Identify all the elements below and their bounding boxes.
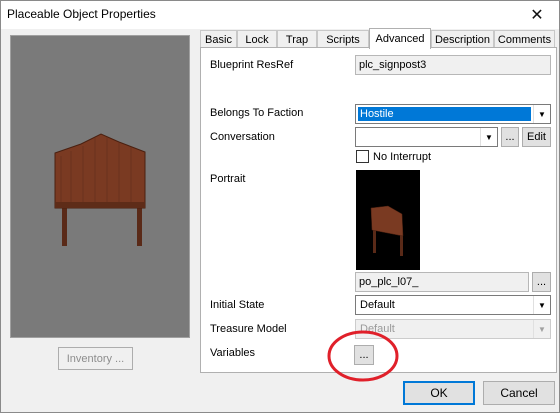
faction-label: Belongs To Faction: [210, 107, 304, 119]
portrait-image: [356, 170, 420, 270]
no-interrupt-label: No Interrupt: [373, 151, 432, 163]
annotation-circle: [327, 330, 399, 382]
ok-button[interactable]: OK: [403, 381, 475, 405]
conversation-label: Conversation: [210, 131, 275, 143]
initial-state-value: Default: [360, 299, 395, 311]
chevron-down-icon[interactable]: ▼: [533, 105, 550, 123]
conversation-select[interactable]: ▼: [355, 127, 498, 147]
portrait-field[interactable]: po_plc_l07_: [355, 272, 529, 292]
tab-description[interactable]: Description: [431, 30, 494, 48]
advanced-panel: Blueprint ResRef plc_signpost3 Belongs T…: [200, 47, 557, 373]
faction-selected-value: Hostile: [357, 106, 532, 122]
signpost-preview-image: [54, 133, 146, 246]
conversation-edit-button[interactable]: Edit: [522, 127, 551, 147]
tab-advanced[interactable]: Advanced: [369, 28, 431, 49]
properties-dialog: Placeable Object Properties ✕ Inventory …: [0, 0, 560, 413]
tab-comments[interactable]: Comments: [494, 30, 555, 48]
initial-state-label: Initial State: [210, 299, 265, 311]
faction-select[interactable]: Hostile ▼: [355, 104, 551, 124]
initial-state-select[interactable]: Default ▼: [355, 295, 551, 315]
cancel-button[interactable]: Cancel: [483, 381, 555, 405]
object-preview: [10, 35, 190, 338]
chevron-down-icon[interactable]: ▼: [480, 128, 497, 146]
treasure-model-label: Treasure Model: [210, 323, 287, 335]
title-bar: Placeable Object Properties ✕: [1, 1, 559, 29]
tab-scripts[interactable]: Scripts: [317, 30, 369, 48]
window-title: Placeable Object Properties: [7, 7, 156, 21]
blueprint-resref-label: Blueprint ResRef: [210, 59, 294, 71]
conversation-browse-button[interactable]: ...: [501, 127, 519, 147]
no-interrupt-checkbox[interactable]: [356, 150, 369, 163]
portrait-label: Portrait: [210, 173, 246, 185]
blueprint-resref-field[interactable]: plc_signpost3: [355, 55, 551, 75]
tab-lock[interactable]: Lock: [237, 30, 277, 48]
conversation-value: [358, 130, 362, 144]
chevron-down-icon: ▼: [533, 320, 550, 338]
tab-trap[interactable]: Trap: [277, 30, 317, 48]
variables-label: Variables: [210, 347, 256, 359]
inventory-button[interactable]: Inventory ...: [58, 347, 133, 370]
tab-strip: Basic Lock Trap Scripts Advanced Descrip…: [200, 28, 557, 49]
close-icon[interactable]: ✕: [515, 1, 559, 29]
chevron-down-icon[interactable]: ▼: [533, 296, 550, 314]
portrait-browse-button[interactable]: ...: [532, 272, 551, 292]
tab-basic[interactable]: Basic: [200, 30, 237, 48]
